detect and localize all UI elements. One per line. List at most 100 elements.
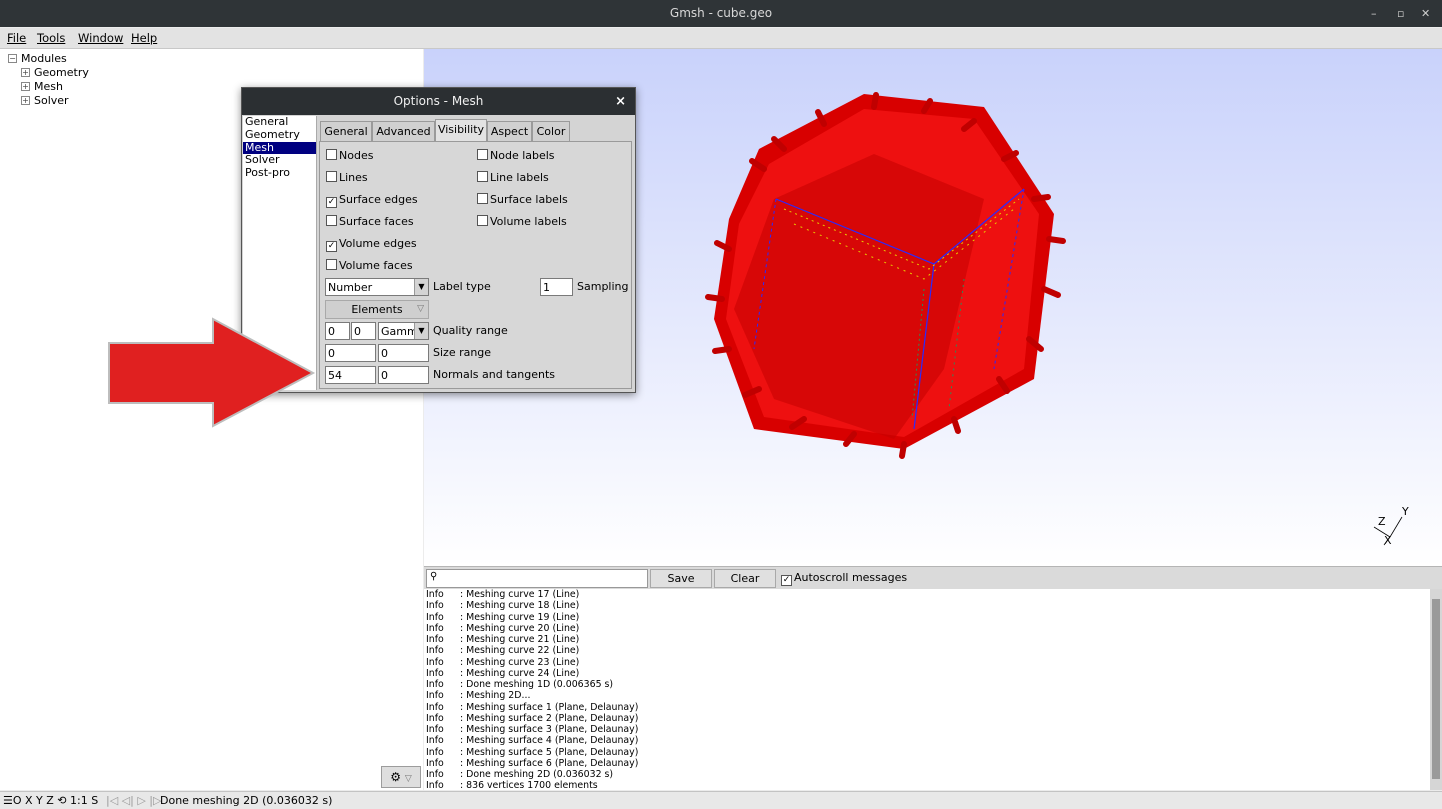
category-geometry[interactable]: Geometry (243, 128, 316, 142)
tab-color[interactable]: Color (532, 121, 570, 141)
save-messages-button[interactable]: Save (650, 569, 712, 588)
dropdown-icon: ▽ (404, 774, 412, 784)
log-line: Info: Done meshing 2D (0.036032 s) (426, 769, 614, 780)
log-line: Info: Meshing curve 21 (Line) (426, 634, 580, 645)
tab-advanced[interactable]: Advanced (372, 121, 435, 141)
tree-item-solver[interactable]: + Solver (21, 94, 69, 107)
checkbox-unchecked-icon (326, 259, 337, 270)
tab-visibility[interactable]: Visibility (435, 119, 487, 142)
checkbox-checked-icon[interactable]: ✓ (781, 575, 792, 586)
volume-labels-checkbox[interactable]: Volume labels (477, 215, 567, 228)
checkbox-unchecked-icon (477, 193, 488, 204)
log-line: Info: Meshing surface 2 (Plane, Delaunay… (426, 712, 639, 724)
expand-icon[interactable]: + (21, 82, 30, 91)
maximize-button[interactable]: ▫ (1397, 0, 1404, 27)
collapse-icon[interactable]: − (8, 54, 17, 63)
visibility-tab-panel: Nodes Lines ✓ Surface edges Surface faces… (319, 141, 632, 389)
dialog-titlebar: Options - Mesh × (242, 88, 635, 115)
menu-help[interactable]: Help (131, 31, 157, 45)
autoscroll-checkbox[interactable]: ✓ Autoscroll messages (781, 571, 907, 586)
log-line: Info: Meshing surface 4 (Plane, Delaunay… (426, 735, 639, 747)
quality-range-min-input[interactable]: 0 (325, 322, 350, 340)
label-type-label: Label type (433, 280, 491, 293)
message-search-field[interactable]: ⚲ (426, 569, 648, 588)
log-line: Info: Meshing curve 19 (Line) (426, 611, 580, 623)
category-post-pro[interactable]: Post-pro (243, 166, 316, 180)
log-scrollbar[interactable] (1430, 589, 1442, 790)
quick-view-buttons[interactable]: ☰O X Y Z ⟲ 1:1 S (3, 792, 98, 809)
log-line: Info: Meshing surface 6 (Plane, Delaunay… (426, 757, 639, 769)
log-line: Info: Meshing surface 1 (Plane, Delaunay… (426, 701, 639, 713)
log-line: Info: Meshing 2D... (426, 690, 531, 702)
playback-controls[interactable]: |◁ ◁| ▷ |▷ (106, 792, 161, 809)
log-line: Info: Meshing curve 17 (Line) (426, 589, 580, 600)
log-line: Info: Meshing curve 22 (Line) (426, 645, 580, 657)
size-range-label: Size range (433, 346, 492, 359)
checkbox-unchecked-icon (326, 215, 337, 226)
nodes-checkbox[interactable]: Nodes (326, 149, 373, 162)
normals-size-input[interactable]: 54 (325, 366, 376, 384)
tab-aspect[interactable]: Aspect (487, 121, 532, 141)
expand-icon[interactable]: + (21, 68, 30, 77)
size-range-min-input[interactable]: 0 (325, 344, 376, 362)
surface-labels-checkbox[interactable]: Surface labels (477, 193, 568, 206)
scrollbar-thumb[interactable] (1432, 599, 1440, 779)
node-labels-checkbox[interactable]: Node labels (477, 149, 555, 162)
volume-faces-checkbox[interactable]: Volume faces (326, 259, 413, 272)
checkbox-unchecked-icon (477, 149, 488, 160)
message-log[interactable]: Info: Meshing curve 17 (Line) Info: Mesh… (424, 589, 1430, 790)
label-type-select[interactable]: Number ▼ (325, 278, 429, 296)
dropdown-icon: ▽ (417, 304, 424, 314)
sampling-input[interactable]: 1 (540, 278, 573, 296)
category-general[interactable]: General (243, 115, 316, 129)
window-title: Gmsh - cube.geo (669, 6, 773, 20)
axis-label-z: Z (1378, 515, 1386, 528)
tab-general[interactable]: General (320, 121, 372, 141)
log-line: Info: Meshing surface 3 (Plane, Delaunay… (426, 724, 639, 735)
surface-edges-checkbox[interactable]: ✓ Surface edges (326, 193, 418, 208)
lines-checkbox[interactable]: Lines (326, 171, 368, 184)
elements-menu-button[interactable]: Elements ▽ (325, 300, 429, 319)
line-labels-checkbox[interactable]: Line labels (477, 171, 549, 184)
clear-messages-button[interactable]: Clear (714, 569, 776, 588)
annotation-arrow (108, 317, 316, 428)
checkbox-checked-icon: ✓ (326, 241, 337, 252)
sampling-label: Sampling (577, 280, 629, 293)
size-range-max-input[interactable]: 0 (378, 344, 429, 362)
search-icon: ⚲ (430, 571, 438, 582)
menu-tools[interactable]: Tools (37, 31, 65, 45)
quality-measure-select[interactable]: Gamm ▼ (378, 322, 429, 340)
checkbox-unchecked-icon (326, 171, 337, 182)
checkbox-unchecked-icon (326, 149, 337, 160)
axes-indicator: Z Y X (1373, 505, 1409, 547)
menu-file[interactable]: File (7, 31, 26, 45)
normals-tangents-label: Normals and tangents (433, 368, 556, 381)
settings-menu-button[interactable]: ⚙ ▽ (381, 766, 421, 788)
log-line: Info: Meshing curve 24 (Line) (426, 667, 580, 679)
expand-icon[interactable]: + (21, 96, 30, 105)
log-line: Info: Done meshing 1D (0.006365 s) (426, 679, 614, 690)
volume-edges-checkbox[interactable]: ✓ Volume edges (326, 237, 417, 252)
tree-item-mesh[interactable]: + Mesh (21, 80, 63, 93)
quality-range-label: Quality range (433, 324, 508, 337)
close-window-button[interactable]: ✕ (1421, 0, 1430, 27)
tree-item-geometry[interactable]: + Geometry (21, 66, 89, 79)
log-line: Info: Meshing curve 23 (Line) (426, 656, 580, 668)
log-line: Info: Meshing surface 5 (Plane, Delaunay… (426, 746, 639, 758)
window-titlebar: Gmsh - cube.geo – ▫ ✕ (0, 0, 1442, 27)
tangents-size-input[interactable]: 0 (378, 366, 429, 384)
surface-faces-checkbox[interactable]: Surface faces (326, 215, 414, 228)
dropdown-arrow-icon: ▼ (414, 323, 428, 339)
axis-label-x: X (1384, 534, 1392, 547)
gear-icon: ⚙ (390, 770, 401, 784)
quality-range-max-input[interactable]: 0 (351, 322, 376, 340)
close-icon[interactable]: × (615, 88, 626, 115)
tree-item-modules[interactable]: − Modules (8, 52, 67, 65)
status-bar: ☰O X Y Z ⟲ 1:1 S |◁ ◁| ▷ |▷ Done meshing… (0, 791, 1442, 809)
log-line: Info: 836 vertices 1700 elements (426, 780, 598, 790)
menu-window[interactable]: Window (78, 31, 123, 45)
checkbox-unchecked-icon (477, 215, 488, 226)
status-message: Done meshing 2D (0.036032 s) (160, 794, 333, 807)
minimize-button[interactable]: – (1371, 0, 1377, 27)
dialog-title: Options - Mesh (393, 94, 484, 108)
